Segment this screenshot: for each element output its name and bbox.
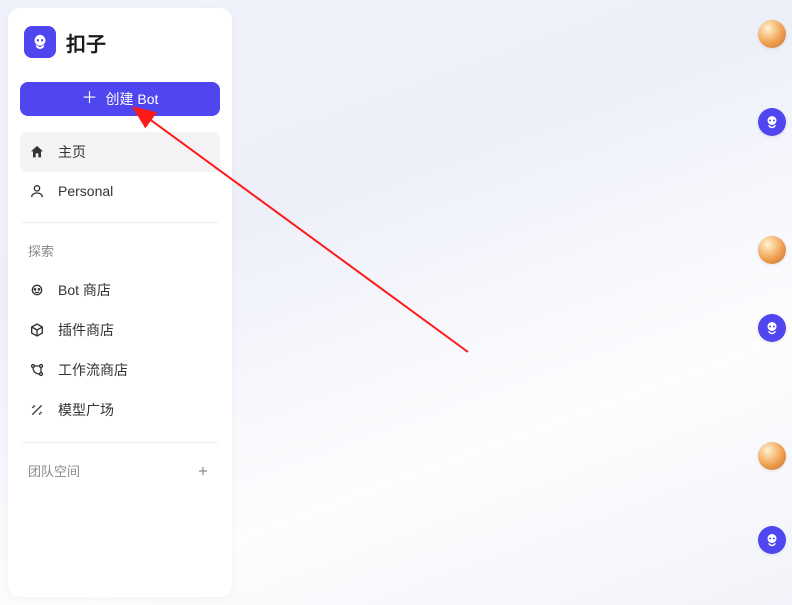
plus-icon: ＋ xyxy=(82,91,98,107)
sidebar-item-label: 模型广场 xyxy=(58,400,114,420)
brand-name: 扣子 xyxy=(66,28,106,57)
sidebar-item-label: 工作流商店 xyxy=(58,360,128,380)
sidebar-item-workflow-store[interactable]: 工作流商店 xyxy=(20,350,220,390)
home-icon xyxy=(28,143,46,161)
explore-section-label: 探索 xyxy=(20,235,220,270)
sidebar-item-model-plaza[interactable]: 模型广场 xyxy=(20,390,220,430)
create-bot-button[interactable]: ＋ 创建 Bot xyxy=(20,82,220,116)
avatar-column xyxy=(758,20,786,554)
user-icon xyxy=(28,182,46,200)
team-space-row: 团队空间 xyxy=(20,455,220,486)
brand-logo-icon xyxy=(24,26,56,58)
nav-primary: 主页 Personal xyxy=(20,132,220,210)
sidebar-item-label: Personal xyxy=(58,183,113,199)
add-team-button[interactable] xyxy=(194,462,212,480)
sparkle-icon xyxy=(28,401,46,419)
sidebar-item-label: Bot 商店 xyxy=(58,280,111,300)
sidebar-item-label: 主页 xyxy=(58,142,86,162)
sidebar-item-home[interactable]: 主页 xyxy=(20,132,220,172)
sidebar: 扣子 ＋ 创建 Bot 主页 Personal 探索 Bot 商店 xyxy=(8,8,232,597)
avatar[interactable] xyxy=(758,442,786,470)
avatar[interactable] xyxy=(758,236,786,264)
coze-avatar-icon[interactable] xyxy=(758,526,786,554)
avatar[interactable] xyxy=(758,20,786,48)
coze-avatar-icon[interactable] xyxy=(758,314,786,342)
divider xyxy=(22,442,218,443)
workflow-icon xyxy=(28,361,46,379)
sidebar-item-personal[interactable]: Personal xyxy=(20,172,220,210)
sidebar-item-plugin-store[interactable]: 插件商店 xyxy=(20,310,220,350)
create-bot-label: 创建 Bot xyxy=(106,89,159,109)
coze-avatar-icon[interactable] xyxy=(758,108,786,136)
team-space-label: 团队空间 xyxy=(28,461,80,480)
brand: 扣子 xyxy=(20,26,220,76)
cube-icon xyxy=(28,321,46,339)
nav-explore: Bot 商店 插件商店 工作流商店 模型广场 xyxy=(20,270,220,430)
bot-icon xyxy=(28,281,46,299)
divider xyxy=(22,222,218,223)
sidebar-item-bot-store[interactable]: Bot 商店 xyxy=(20,270,220,310)
sidebar-item-label: 插件商店 xyxy=(58,320,114,340)
